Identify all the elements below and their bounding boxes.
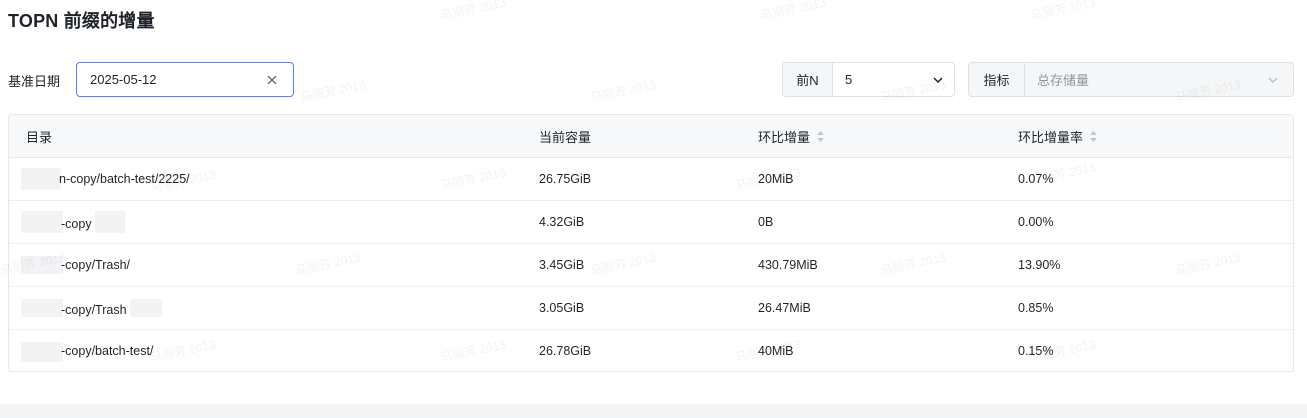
topn-selected: 5 (845, 72, 853, 87)
redaction-mask (21, 342, 63, 362)
cell-increment: 20MiB (758, 172, 794, 186)
cell-capacity: 3.45GiB (539, 258, 585, 272)
page-title: TOPN 前缀的增量 (8, 11, 155, 31)
column-header-increment-label: 环比增量 (758, 130, 811, 145)
cell-capacity: 3.05GiB (539, 301, 585, 315)
cell-rate: 13.90% (1018, 258, 1061, 272)
table-row[interactable]: -copy 视频/ 4.32GiB 0B 0.00% (9, 201, 1293, 244)
redaction-mask (21, 299, 63, 317)
redaction-mask (21, 256, 63, 274)
footer-band (0, 404, 1307, 418)
cell-rate: 0.07% (1018, 172, 1054, 186)
column-header-capacity: 当前容量 (539, 130, 592, 145)
column-header-directory: 目录 (26, 130, 53, 145)
increment-table: 目录 当前容量 环比增量 环比增量率 n-copy/batch-test/222… (8, 114, 1294, 372)
table-row[interactable]: -copy/Trash/ 3.45GiB 430.79MiB 13.90% (9, 244, 1293, 287)
cell-increment: 430.79MiB (758, 258, 818, 272)
topn-label: 前N (783, 63, 833, 96)
sort-icon[interactable] (1089, 130, 1098, 143)
cell-capacity: 26.75GiB (539, 172, 592, 186)
cell-directory: -copy/batch-test/ (61, 344, 154, 358)
metric-label: 指标 (969, 63, 1025, 96)
clear-icon[interactable] (264, 72, 280, 88)
cell-increment: 26.47MiB (758, 301, 811, 315)
cell-rate: 0.85% (1018, 301, 1054, 315)
cell-directory: -copy/Trash/ (61, 258, 131, 272)
table-row[interactable]: n-copy/batch-test/2225/ 26.75GiB 20MiB 0… (9, 158, 1293, 201)
sort-icon[interactable] (816, 130, 825, 143)
cell-directory: n-copy/batch-test/2225/ (59, 172, 190, 186)
watermark: 马丽芳 2013 (589, 77, 657, 105)
redaction-mask (21, 211, 63, 233)
date-picker[interactable] (76, 62, 294, 97)
column-header-rate-label: 环比增量率 (1018, 130, 1084, 145)
watermark: 马丽芳 2013 (759, 0, 827, 23)
watermark: 马丽芳 2013 (439, 0, 507, 23)
chevron-down-icon (1268, 77, 1278, 83)
redaction-mask (130, 299, 162, 317)
date-input[interactable] (90, 72, 250, 87)
date-label: 基准日期 (8, 74, 61, 89)
cell-capacity: 4.32GiB (539, 215, 585, 229)
cell-rate: 0.15% (1018, 344, 1054, 358)
redaction-mask (21, 168, 61, 190)
watermark: 马丽芳 2013 (299, 77, 367, 105)
topn-select[interactable]: 前N 5 (782, 62, 955, 97)
table-row[interactable]: -copy/batch-test/ 26.78GiB 40MiB 0.15% (9, 330, 1293, 373)
table-header: 目录 当前容量 环比增量 环比增量率 (9, 115, 1293, 158)
cell-increment: 40MiB (758, 344, 794, 358)
cell-capacity: 26.78GiB (539, 344, 592, 358)
column-header-rate[interactable]: 环比增量率 (1018, 115, 1098, 158)
watermark: 马丽芳 2013 (1029, 0, 1097, 23)
metric-value[interactable]: 总存储量 (1025, 63, 1293, 96)
table-row[interactable]: -copy/Trash 视频/ 3.05GiB 26.47MiB 0.85% (9, 287, 1293, 330)
column-header-increment[interactable]: 环比增量 (758, 115, 825, 158)
topn-value[interactable]: 5 (833, 63, 954, 96)
redaction-mask (95, 211, 125, 233)
metric-placeholder: 总存储量 (1037, 73, 1090, 88)
cell-rate: 0.00% (1018, 215, 1054, 229)
metric-select[interactable]: 指标 总存储量 (968, 62, 1294, 97)
cell-increment: 0B (758, 215, 774, 229)
page: TOPN 前缀的增量 基准日期 前N 5 指标 总存储量 目录 当前容量 环比增… (0, 0, 1307, 418)
chevron-down-icon (933, 77, 943, 84)
